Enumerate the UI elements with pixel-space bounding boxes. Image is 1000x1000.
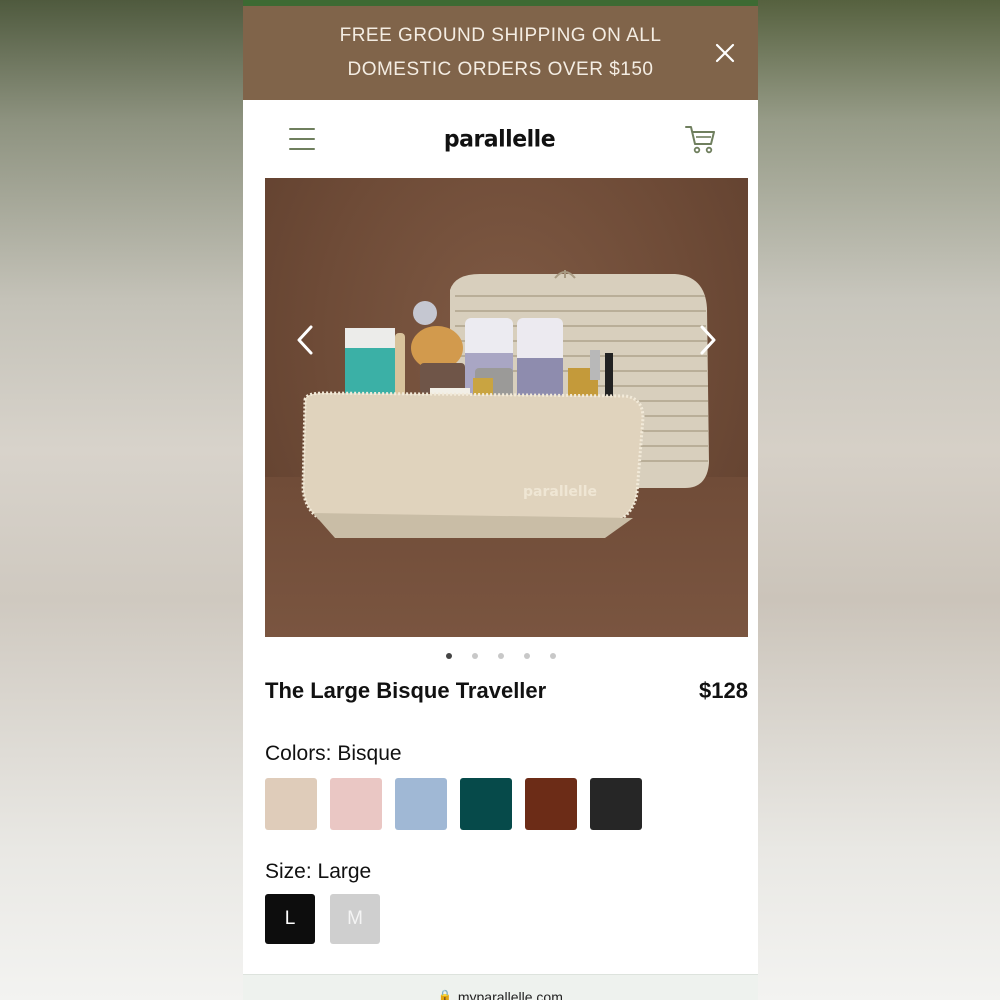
background-blur-left [0,0,243,1000]
pagination-dot[interactable] [523,653,530,659]
product-price: $128 [699,678,748,703]
background-blur-right [757,0,1000,1000]
swatch-bisque[interactable] [265,778,317,830]
browser-url-bar[interactable]: 🔒 myparallelle.com [243,974,758,1000]
pagination-dot[interactable] [497,653,504,659]
pagination-dot[interactable] [471,653,478,659]
promo-text: FREE GROUND SHIPPING ON ALL DOMESTIC ORD… [339,25,662,80]
site-header: parallelle [243,100,758,178]
swatch-blue[interactable] [395,778,447,830]
size-button-large[interactable]: L [265,894,315,944]
chevron-left-icon[interactable] [293,323,317,357]
colors-label: Colors: Bisque [265,742,402,765]
pagination-dot[interactable] [549,653,556,659]
size-label: Size: Large [265,860,372,883]
size-options: L M [243,894,758,944]
swatch-teal[interactable] [460,778,512,830]
size-button-medium[interactable]: M [330,894,380,944]
product-title-row: The Large Bisque Traveller $128 [243,678,758,704]
bag-watermark: parallelle [523,484,597,500]
swatch-pink[interactable] [330,778,382,830]
swatch-brown[interactable] [525,778,577,830]
product-image: parallelle [301,270,709,538]
gallery-pagination [243,653,758,661]
phone-screen: FREE GROUND SHIPPING ON ALL DOMESTIC ORD… [243,0,758,1000]
color-swatches [243,778,758,830]
url-text: myparallelle.com [457,989,563,1000]
chevron-right-icon[interactable] [696,323,720,357]
close-icon[interactable] [714,42,736,64]
product-image-gallery[interactable]: parallelle [265,178,748,637]
menu-icon[interactable] [289,128,315,150]
promo-banner: FREE GROUND SHIPPING ON ALL DOMESTIC ORD… [243,6,758,100]
product-title: The Large Bisque Traveller [265,678,547,703]
brand-logo[interactable]: parallelle [444,126,556,152]
cart-icon[interactable] [684,122,718,156]
pagination-dot[interactable] [445,653,452,659]
swatch-black[interactable] [590,778,642,830]
lock-icon: 🔒 [438,990,452,1000]
